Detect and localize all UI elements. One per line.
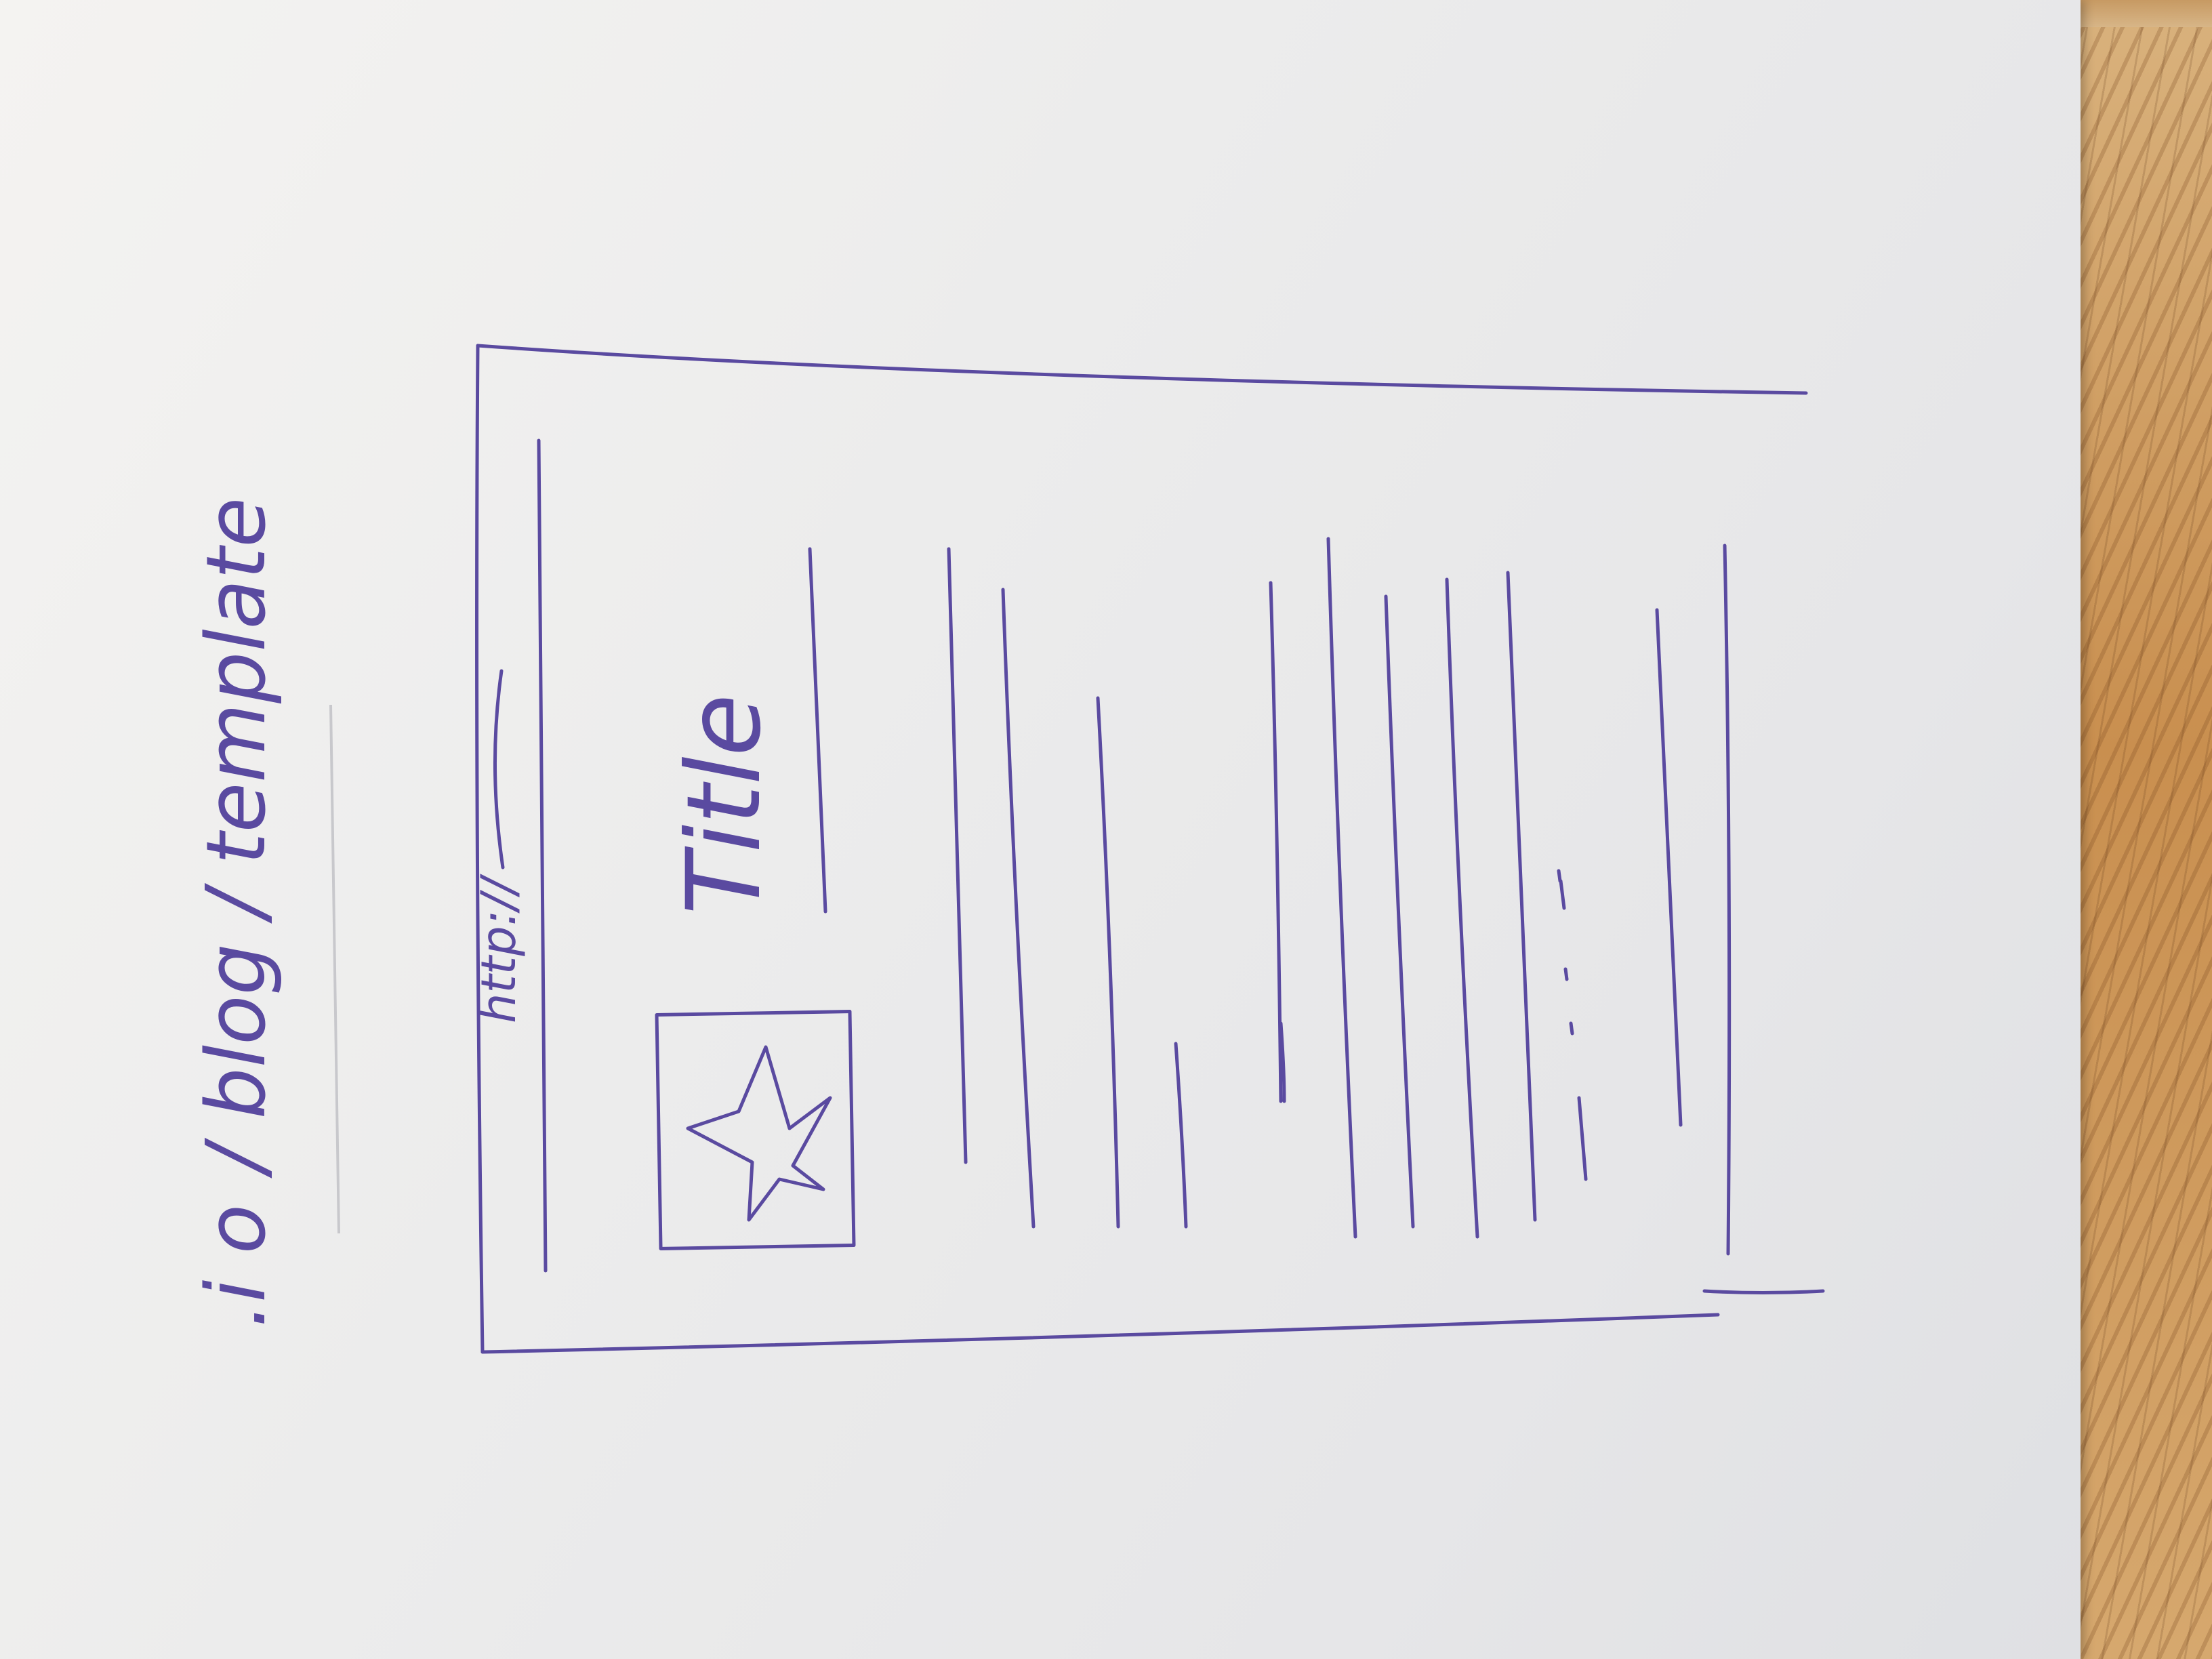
- content-dots: [1557, 869, 1566, 910]
- heading-underline: [329, 704, 340, 1234]
- content-line: [1723, 544, 1732, 1256]
- content-line: [1174, 1042, 1188, 1229]
- content-line: [1001, 588, 1036, 1229]
- content-line: [947, 547, 968, 1164]
- star-icon: [686, 1045, 832, 1222]
- sketch-drawing: .i o / blog / template http:// Title: [190, 344, 1825, 1354]
- content-line: [1326, 537, 1357, 1239]
- content-line: [1445, 577, 1479, 1239]
- address-bar-text-group: http://: [471, 669, 527, 1023]
- content-line: [1506, 571, 1537, 1222]
- content-dots: [1563, 967, 1574, 1036]
- heading-group: .i o / blog / template: [190, 497, 284, 1328]
- url-scribble: [493, 669, 505, 869]
- title-group: Title: [665, 694, 783, 915]
- content-line: [1096, 696, 1120, 1229]
- content-line: [1577, 1096, 1588, 1181]
- title-text: Title: [665, 694, 783, 915]
- url-text: http://: [471, 874, 527, 1023]
- browser-frame-bottom-edge: [480, 1313, 1720, 1354]
- content-line: [1655, 608, 1683, 1127]
- photo-scene: .i o / blog / template http:// Title: [0, 0, 2212, 1659]
- title-underline: [808, 547, 827, 914]
- browser-frame-bottom-right-stroke: [1702, 1289, 1825, 1294]
- heading-prefix: .i o: [190, 1204, 284, 1328]
- content-line: [1384, 594, 1415, 1229]
- address-bar-line: [537, 438, 548, 1273]
- heading-path-text: / blog / template: [190, 497, 284, 1179]
- browser-frame-top-edge: [476, 344, 1808, 395]
- browser-frame-left-edge: [475, 344, 485, 1354]
